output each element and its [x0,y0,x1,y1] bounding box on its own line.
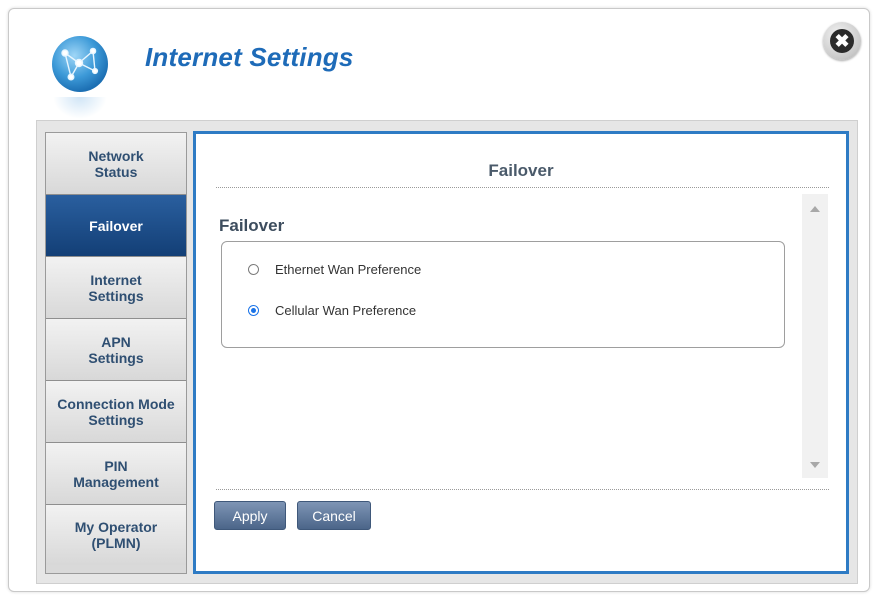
sidebar-nav: Network Status Failover Internet Setting… [45,132,187,574]
globe-network-icon [52,36,108,92]
apply-button[interactable]: Apply [214,501,286,530]
ethernet-wan-option[interactable]: Ethernet Wan Preference [248,260,421,278]
close-button[interactable]: ✖ [823,22,861,60]
failover-panel: Failover Failover Ethernet Wan Preferenc… [193,131,849,574]
ethernet-wan-radio[interactable] [248,263,259,275]
close-icon: ✖ [830,29,854,53]
sidebar-item-failover[interactable]: Failover [46,195,186,257]
sidebar-item-apn-settings[interactable]: APN Settings [46,319,186,381]
sidebar-item-my-operator[interactable]: My Operator (PLMN) [46,505,186,565]
footer-divider [216,489,829,490]
section-heading: Failover [219,216,285,235]
scroll-down-arrow-icon[interactable] [810,462,820,468]
logo-reflection [53,97,107,119]
failover-options-box: Ethernet Wan Preference Cellular Wan Pre… [221,241,785,348]
scroll-up-arrow-icon[interactable] [810,206,820,212]
ethernet-wan-label: Ethernet Wan Preference [275,261,422,277]
sidebar-item-network-status[interactable]: Network Status [46,133,186,195]
dialog-title: Internet Settings [145,42,354,72]
sidebar-item-pin-management[interactable]: PIN Management [46,443,186,505]
title-divider [216,187,829,188]
cellular-wan-option[interactable]: Cellular Wan Preference [248,301,416,319]
cellular-wan-label: Cellular Wan Preference [275,302,417,318]
cellular-wan-radio[interactable] [248,304,259,316]
vertical-scrollbar[interactable] [802,194,828,478]
sidebar-item-internet-settings[interactable]: Internet Settings [46,257,186,319]
panel-title: Failover [488,161,554,180]
sidebar-item-connection-mode-settings[interactable]: Connection Mode Settings [46,381,186,443]
cancel-button[interactable]: Cancel [297,501,371,530]
